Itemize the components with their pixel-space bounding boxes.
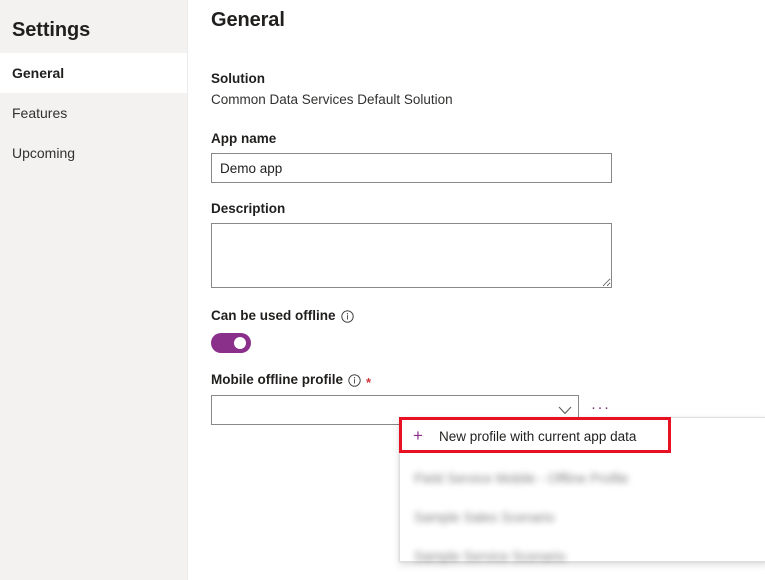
app-name-label-text: App name [211,130,276,148]
dropdown-item-option[interactable]: Sample Service Scenario [400,537,765,576]
page-title: General [188,0,765,34]
main-content: General Solution Common Data Services De… [188,0,765,580]
sidebar-nav: General Features Upcoming [0,53,187,173]
description-label: Description [211,200,765,218]
sidebar-item-label: General [12,65,64,81]
sidebar-item-upcoming[interactable]: Upcoming [0,133,187,173]
app-name-label: App name [211,130,765,148]
dropdown-options-list: Field Service Mobile - Offline Profile S… [400,453,765,576]
app-name-input[interactable] [211,153,612,183]
solution-field: Solution Common Data Services Default So… [188,70,765,109]
settings-sidebar: Settings General Features Upcoming [0,0,188,580]
offline-toggle-switch[interactable] [211,333,251,353]
mobile-offline-profile-dropdown: + New profile with current app data Fiel… [399,417,765,562]
plus-icon: + [413,428,427,444]
toggle-knob [234,337,246,349]
sidebar-item-general[interactable]: General [0,53,187,93]
more-options-button[interactable]: ··· [591,403,611,417]
sidebar-item-label: Features [12,105,67,121]
solution-label: Solution [211,70,765,88]
mobile-offline-profile-label: Mobile offline profile * [211,371,765,389]
dropdown-item-option[interactable]: Sample Sales Scenario [400,498,765,537]
settings-page: Settings General Features Upcoming Gener… [0,0,765,580]
dropdown-item-new-profile[interactable]: + New profile with current app data [400,419,765,453]
chevron-down-icon[interactable] [552,406,578,415]
sidebar-item-features[interactable]: Features [0,93,187,133]
dropdown-item-option-label: Sample Service Scenario [414,549,566,564]
dropdown-item-option[interactable]: Field Service Mobile - Offline Profile [400,459,765,498]
offline-toggle-label: Can be used offline [211,307,765,325]
dropdown-item-new-profile-label: New profile with current app data [439,429,636,444]
offline-toggle-label-text: Can be used offline [211,307,336,325]
dropdown-item-option-label: Sample Sales Scenario [414,510,554,525]
mobile-offline-profile-label-text: Mobile offline profile [211,371,343,389]
dropdown-item-option-label: Field Service Mobile - Offline Profile [414,471,628,486]
sidebar-title: Settings [0,0,187,43]
description-field: Description [188,200,765,288]
app-name-field: App name [188,130,765,183]
description-textarea[interactable] [211,223,612,288]
required-asterisk: * [366,376,371,389]
info-circle-icon[interactable] [341,310,354,323]
description-label-text: Description [211,200,285,218]
solution-label-text: Solution [211,70,265,88]
offline-toggle-field: Can be used offline [188,307,765,353]
sidebar-item-label: Upcoming [12,145,75,161]
info-circle-icon[interactable] [348,374,361,387]
solution-value: Common Data Services Default Solution [211,90,765,109]
